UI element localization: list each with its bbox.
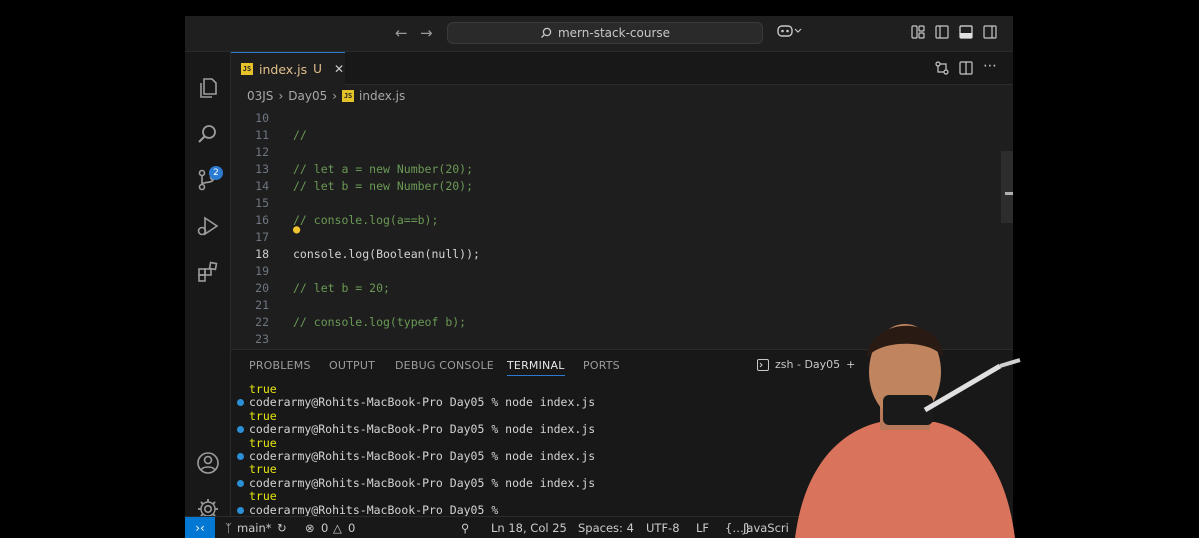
language-mode[interactable]: JavaScri: [743, 521, 789, 535]
explorer-icon[interactable]: [196, 76, 220, 100]
line-number: 21: [255, 298, 269, 312]
remote-indicator-icon[interactable]: ›‹: [185, 517, 215, 538]
editor-scrollbar[interactable]: [1001, 151, 1013, 223]
command-status-dot[interactable]: [237, 506, 244, 514]
tab-index-js[interactable]: JS index.js U ✕: [231, 52, 345, 85]
javascript-file-icon: JS: [241, 63, 253, 75]
tab-problems[interactable]: PROBLEMS: [249, 359, 311, 372]
webcam-presenter-image: [795, 324, 1021, 538]
line-number: 12: [255, 145, 269, 159]
line-number: 10: [255, 111, 269, 125]
line-number: 15: [255, 196, 269, 210]
terminal-line: true: [249, 435, 277, 450]
terminal-line: true: [249, 462, 277, 477]
scrollbar-cursor-marker: [1005, 192, 1013, 195]
breadcrumb-item[interactable]: 03JS: [247, 89, 273, 103]
line-number: 11: [255, 128, 269, 142]
arrow-left-icon[interactable]: ←: [395, 24, 408, 42]
breadcrumb: 03JS › Day05 › JS index.js: [247, 87, 405, 105]
copilot-icon[interactable]: [777, 24, 803, 42]
command-status-dot[interactable]: [237, 453, 244, 460]
terminal-line: coderarmy@Rohits-MacBook-Pro Day05 % nod…: [249, 395, 596, 410]
command-center-label: mern-stack-course: [557, 26, 671, 40]
terminal-icon: [757, 358, 769, 371]
line-number: 16: [255, 213, 269, 227]
line-number: 23: [255, 332, 269, 346]
warning-count[interactable]: 0: [348, 521, 355, 535]
more-actions-icon[interactable]: ⋯: [983, 58, 997, 74]
toggle-secondary-sidebar-icon[interactable]: [983, 25, 997, 39]
line-number: 14: [255, 179, 269, 193]
line-number: 22: [255, 315, 269, 329]
tab-ports[interactable]: PORTS: [583, 359, 620, 372]
line-number: 13: [255, 162, 269, 176]
terminal-line: coderarmy@Rohits-MacBook-Pro Day05 % nod…: [249, 449, 596, 463]
terminal-line: coderarmy@Rohits-MacBook-Pro Day05 %: [249, 502, 506, 517]
chevron-right-icon: ›: [332, 89, 338, 103]
zoom-icon[interactable]: ⚲: [461, 521, 469, 535]
encoding[interactable]: UTF-8: [646, 521, 680, 535]
search-icon: [541, 27, 552, 38]
command-status-dot[interactable]: [237, 399, 244, 407]
cursor-position[interactable]: Ln 18, Col 25: [491, 521, 567, 535]
tab-label: index.js: [259, 61, 308, 77]
breadcrumb-item[interactable]: index.js: [359, 89, 405, 103]
customize-layout-icon[interactable]: [911, 25, 925, 39]
code-line: // console.log(a==b);: [293, 213, 439, 227]
split-editor-icon[interactable]: [959, 61, 973, 75]
sync-icon[interactable]: ↻: [277, 521, 287, 535]
activity-bar: 2: [185, 52, 231, 522]
javascript-file-icon: JS: [342, 90, 355, 102]
code-line: // let b = 20;: [293, 281, 390, 295]
close-icon[interactable]: ✕: [334, 62, 344, 76]
tab-untracked-status: U: [313, 62, 322, 76]
command-center-search[interactable]: mern-stack-course: [447, 22, 763, 44]
lightbulb-icon[interactable]: ●: [293, 222, 300, 236]
breadcrumb-item[interactable]: Day05: [288, 89, 327, 103]
toggle-panel-icon[interactable]: [959, 25, 973, 39]
account-icon[interactable]: [196, 451, 220, 475]
code-line: // let b = new Number(20);: [293, 179, 474, 193]
warning-icon: △: [333, 521, 342, 535]
terminal-line: coderarmy@Rohits-MacBook-Pro Day05 % nod…: [249, 475, 596, 490]
tab-output[interactable]: OUTPUT: [329, 359, 375, 372]
terminal-line: true: [249, 382, 277, 396]
tab-debug-console[interactable]: DEBUG CONSOLE: [395, 359, 494, 372]
terminal-line: true: [249, 408, 277, 423]
end-of-line[interactable]: LF: [696, 521, 709, 535]
code-line: console.log(Boolean(null));: [293, 247, 480, 261]
editor-tab-bar: JS index.js U ✕ ⋯: [231, 52, 1013, 85]
tab-terminal[interactable]: TERMINAL: [507, 359, 565, 376]
arrow-right-icon[interactable]: →: [420, 24, 433, 42]
chevron-right-icon: ›: [278, 89, 284, 103]
indentation[interactable]: Spaces: 4: [578, 521, 634, 535]
title-bar: ← → mern-stack-course: [185, 16, 1013, 52]
line-number: 18: [255, 247, 269, 261]
toggle-primary-sidebar-icon[interactable]: [935, 25, 949, 39]
terminal-line: true: [249, 489, 277, 504]
extensions-icon[interactable]: [196, 260, 220, 284]
command-status-dot[interactable]: [237, 426, 244, 434]
command-status-dot[interactable]: [237, 479, 244, 487]
code-line: // console.log(typeof b);: [293, 315, 467, 329]
search-icon[interactable]: [196, 122, 220, 146]
line-number: 17: [255, 230, 269, 244]
code-line: //: [293, 128, 307, 142]
error-icon: ⊗: [305, 521, 315, 535]
run-debug-icon[interactable]: [196, 214, 220, 238]
error-count[interactable]: 0: [321, 521, 328, 535]
open-changes-icon[interactable]: [935, 61, 949, 75]
branch-icon: ᛉ: [225, 521, 232, 535]
code-line: // let a = new Number(20);: [293, 162, 474, 176]
branch-name[interactable]: main*: [237, 521, 271, 535]
line-number: 20: [255, 281, 269, 295]
source-control-badge: 2: [209, 166, 223, 180]
terminal-line: coderarmy@Rohits-MacBook-Pro Day05 % nod…: [249, 422, 596, 437]
line-number: 19: [255, 264, 269, 278]
